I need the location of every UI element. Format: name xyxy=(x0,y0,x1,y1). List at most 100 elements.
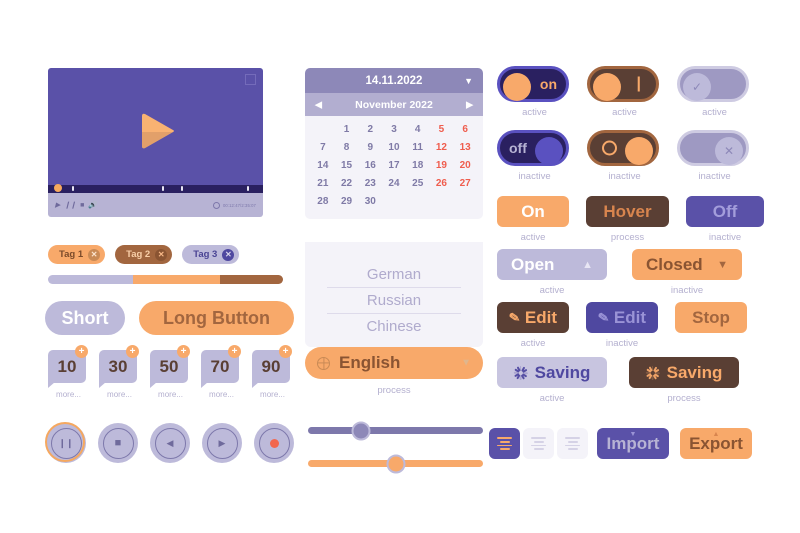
calendar-day[interactable]: 14 xyxy=(311,158,335,173)
calendar-day[interactable]: 19 xyxy=(430,158,454,173)
calendar-day[interactable]: 27 xyxy=(453,176,477,191)
language-option-russian[interactable]: Russian xyxy=(327,288,461,314)
calendar-day[interactable]: 22 xyxy=(335,176,359,191)
chevron-left-icon[interactable]: ◀ xyxy=(315,99,322,110)
counter-caption[interactable]: more... xyxy=(252,390,293,399)
slider-handle[interactable] xyxy=(386,454,405,473)
record-button[interactable] xyxy=(254,423,294,463)
calendar-day[interactable]: 3 xyxy=(382,122,406,137)
calendar-day[interactable]: 24 xyxy=(382,176,406,191)
close-icon[interactable]: ✕ xyxy=(88,248,101,261)
counter-caption[interactable]: more... xyxy=(48,390,89,399)
calendar-day[interactable]: 9 xyxy=(358,140,382,155)
date-picker-header[interactable]: 14.11.2022 ▼ xyxy=(305,68,483,93)
button-edit-inactive[interactable]: ✎ Edit xyxy=(586,302,658,333)
counter-bubble[interactable]: 10 + xyxy=(48,345,88,383)
calendar-day[interactable]: 15 xyxy=(335,158,359,173)
calendar-day[interactable]: 12 xyxy=(430,140,454,155)
button-saving-active[interactable]: Saving xyxy=(497,357,607,388)
counter-bubble[interactable]: 90 + xyxy=(252,345,292,383)
language-dropdown[interactable]: German Russian Chinese English ▼ process xyxy=(305,242,483,396)
pause-button[interactable]: ❙❙ xyxy=(45,422,86,463)
calendar-day[interactable]: 29 xyxy=(335,194,359,209)
toggle-on-brown[interactable]: | xyxy=(587,66,659,102)
button-edit-active[interactable]: ✎ Edit xyxy=(497,302,569,333)
play-triangle-icon[interactable] xyxy=(133,108,179,154)
align-left-button[interactable] xyxy=(489,428,520,459)
counter-caption[interactable]: more... xyxy=(150,390,191,399)
calendar-day[interactable]: 8 xyxy=(335,140,359,155)
calendar-day[interactable]: 21 xyxy=(311,176,335,191)
video-progress-bar[interactable] xyxy=(48,184,263,193)
calendar-day[interactable]: 26 xyxy=(430,176,454,191)
calendar-day[interactable]: 20 xyxy=(453,158,477,173)
plus-icon[interactable]: + xyxy=(177,345,190,358)
button-off[interactable]: Off xyxy=(686,196,764,227)
chevron-right-icon[interactable]: ▶ xyxy=(466,99,473,110)
chevron-down-icon[interactable]: ▼ xyxy=(717,259,728,271)
counter-item[interactable]: 30 + more... xyxy=(99,345,140,399)
slider-purple[interactable] xyxy=(308,421,483,440)
counter-item[interactable]: 10 + more... xyxy=(48,345,89,399)
progress-handle[interactable] xyxy=(54,184,62,192)
segmented-progress-bar[interactable] xyxy=(48,275,283,284)
volume-icon[interactable]: 🔊 xyxy=(88,201,97,209)
counter-bubble[interactable]: 30 + xyxy=(99,345,139,383)
counter-caption[interactable]: more... xyxy=(99,390,140,399)
language-option-german[interactable]: German xyxy=(327,262,461,288)
tag-chip[interactable]: Tag 3 ✕ xyxy=(182,245,240,264)
button-open[interactable]: Open ▲ xyxy=(497,249,607,280)
language-select-trigger[interactable]: English ▼ xyxy=(305,347,483,379)
play-icon[interactable]: ▶ xyxy=(55,201,60,209)
button-hover[interactable]: Hover xyxy=(586,196,669,227)
import-button[interactable]: ▼ Import xyxy=(597,428,669,459)
date-picker[interactable]: 14.11.2022 ▼ ◀ November 2022 ▶ .12345678… xyxy=(305,68,483,219)
chevron-down-icon[interactable]: ▼ xyxy=(464,76,473,86)
chevron-up-icon[interactable]: ▲ xyxy=(582,259,593,271)
align-center-button[interactable] xyxy=(523,428,554,459)
close-icon[interactable]: ✕ xyxy=(222,248,235,261)
counter-bubble[interactable]: 70 + xyxy=(201,345,241,383)
video-screen[interactable] xyxy=(48,68,263,193)
calendar-day[interactable]: 13 xyxy=(453,140,477,155)
calendar-day[interactable]: 25 xyxy=(406,176,430,191)
calendar-day[interactable]: 1 xyxy=(335,122,359,137)
counter-caption[interactable]: more... xyxy=(201,390,242,399)
calendar-day[interactable]: 10 xyxy=(382,140,406,155)
calendar-day[interactable]: 30 xyxy=(358,194,382,209)
slider-orange[interactable] xyxy=(308,454,483,473)
pause-icon[interactable]: ❙❙ xyxy=(64,201,76,209)
toggle-x-gray[interactable]: ✕ xyxy=(677,130,749,166)
button-stop[interactable]: Stop xyxy=(675,302,747,333)
toggle-off-brown[interactable] xyxy=(587,130,659,166)
long-button[interactable]: Long Button xyxy=(139,301,294,335)
chevron-down-icon[interactable]: ▼ xyxy=(461,358,471,369)
button-closed[interactable]: Closed ▼ xyxy=(632,249,742,280)
plus-icon[interactable]: + xyxy=(126,345,139,358)
counter-item[interactable]: 90 + more... xyxy=(252,345,293,399)
counter-item[interactable]: 50 + more... xyxy=(150,345,191,399)
fullscreen-icon[interactable] xyxy=(245,74,256,85)
calendar-day[interactable]: 28 xyxy=(311,194,335,209)
close-icon[interactable]: ✕ xyxy=(155,248,168,261)
play-button[interactable]: ▶ xyxy=(202,423,242,463)
language-option-chinese[interactable]: Chinese xyxy=(327,314,461,339)
counter-bubble[interactable]: 50 + xyxy=(150,345,190,383)
calendar-day[interactable]: 11 xyxy=(406,140,430,155)
align-right-button[interactable] xyxy=(557,428,588,459)
export-button[interactable]: ▲ Export xyxy=(680,428,752,459)
calendar-day[interactable]: 7 xyxy=(311,140,335,155)
counter-item[interactable]: 70 + more... xyxy=(201,345,242,399)
tag-chip[interactable]: Tag 1 ✕ xyxy=(48,245,106,264)
calendar-day[interactable]: 16 xyxy=(358,158,382,173)
plus-icon[interactable]: + xyxy=(75,345,88,358)
toggle-check-gray[interactable]: ✓ xyxy=(677,66,749,102)
toggle-off-dark[interactable]: off xyxy=(497,130,569,166)
slider-handle[interactable] xyxy=(351,421,370,440)
calendar-day[interactable]: 18 xyxy=(406,158,430,173)
gear-icon[interactable] xyxy=(212,201,220,209)
plus-icon[interactable]: + xyxy=(279,345,292,358)
calendar-day[interactable]: 6 xyxy=(453,122,477,137)
rewind-button[interactable]: ◀ xyxy=(150,423,190,463)
button-on[interactable]: On xyxy=(497,196,569,227)
